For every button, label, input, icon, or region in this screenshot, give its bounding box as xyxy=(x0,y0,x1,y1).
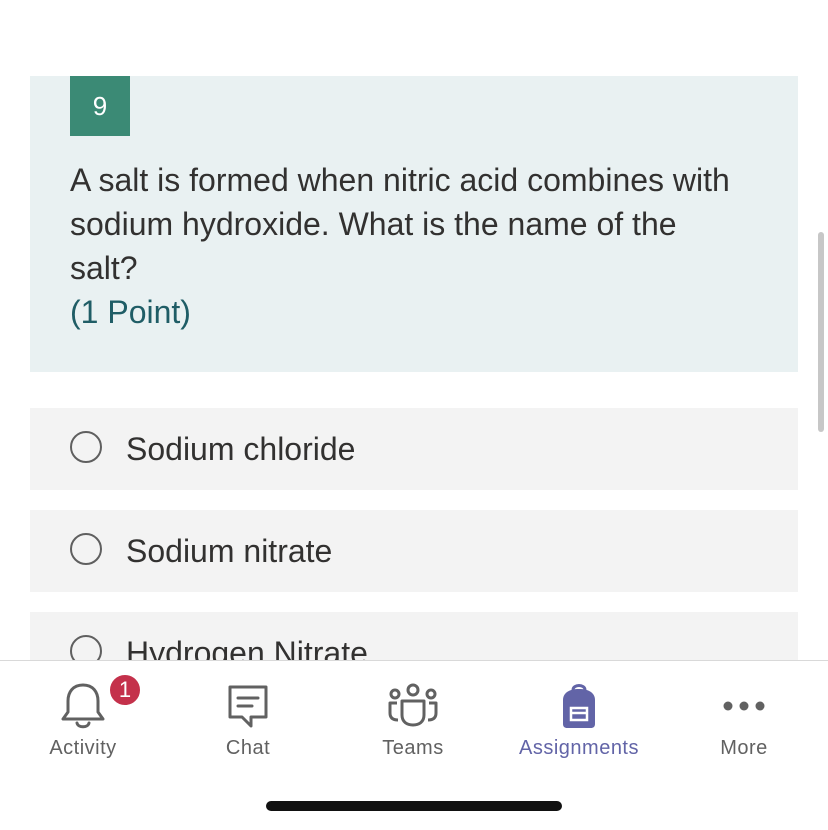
tab-label: More xyxy=(720,737,768,759)
home-indicator[interactable] xyxy=(266,801,562,811)
tab-more[interactable]: More xyxy=(661,661,827,761)
option-label: Sodium chloride xyxy=(126,431,356,467)
tab-activity[interactable]: 1 Activity xyxy=(0,661,166,761)
tab-label: Activity xyxy=(49,737,117,759)
scrollbar[interactable] xyxy=(818,232,824,432)
option-label: Sodium nitrate xyxy=(126,533,333,569)
chat-icon xyxy=(225,677,271,735)
tab-label: Chat xyxy=(225,737,271,759)
teams-icon xyxy=(387,677,439,735)
question-card: 9 A salt is formed when nitric acid comb… xyxy=(30,76,798,372)
option-sodium-nitrate[interactable]: Sodium nitrate xyxy=(30,510,798,592)
radio-button[interactable] xyxy=(70,533,102,565)
notification-badge: 1 xyxy=(108,673,142,707)
question-text: A salt is formed when nitric acid combin… xyxy=(70,162,730,286)
radio-button[interactable] xyxy=(70,635,102,660)
option-sodium-chloride[interactable]: Sodium chloride xyxy=(30,408,798,490)
radio-button[interactable] xyxy=(70,431,102,463)
tab-label: Assignments xyxy=(519,737,639,759)
tab-assignments[interactable]: Assignments xyxy=(496,661,662,761)
question-number: 9 xyxy=(70,76,130,136)
tab-label: Teams xyxy=(382,737,444,759)
question-points: (1 Point) xyxy=(70,294,191,330)
backpack-icon xyxy=(561,677,597,735)
option-hydrogen-nitrate[interactable]: Hydrogen Nitrate xyxy=(30,612,798,660)
more-icon xyxy=(722,677,766,735)
tab-teams[interactable]: Teams xyxy=(330,661,496,761)
tab-chat[interactable]: Chat xyxy=(165,661,331,761)
bell-icon: 1 xyxy=(60,673,142,735)
form-content: 9 A salt is formed when nitric acid comb… xyxy=(0,0,828,660)
option-label: Hydrogen Nitrate xyxy=(126,635,368,660)
